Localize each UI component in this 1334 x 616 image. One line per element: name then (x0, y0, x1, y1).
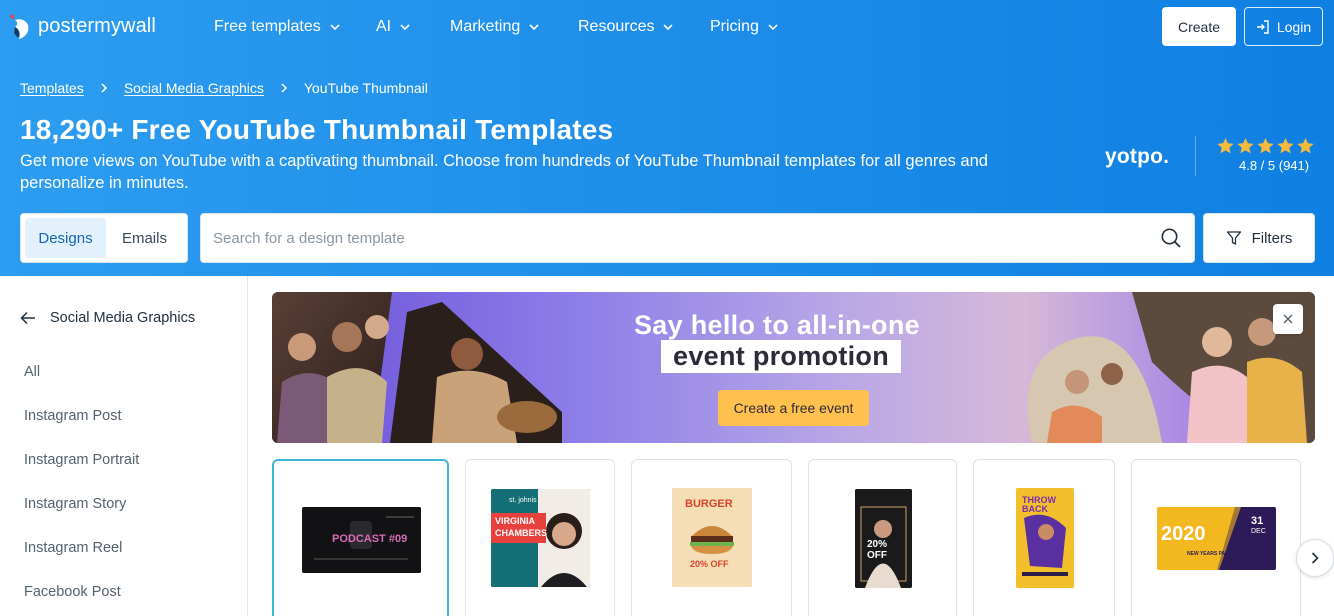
design-type-tabs: Designs Emails (20, 213, 188, 263)
template-offer: 20% OFF (690, 559, 729, 569)
template-tag: NEW YEARS PARTY (1187, 551, 1236, 557)
nav-pricing[interactable]: Pricing (710, 16, 800, 38)
template-card[interactable]: st. johnis VIRGINIA CHAMBERS (465, 459, 615, 616)
arrow-left-icon (20, 311, 35, 325)
login-icon (1256, 19, 1269, 34)
chevron-down-icon (400, 24, 410, 31)
nav-marketing[interactable]: Marketing (450, 16, 578, 38)
star-icon (1277, 137, 1294, 154)
nav-ai[interactable]: AI (376, 16, 450, 38)
nav-label: AI (376, 18, 392, 35)
close-icon (1283, 314, 1293, 324)
create-free-event-button[interactable]: Create a free event (718, 390, 869, 426)
template-card[interactable]: THROW BACK (973, 459, 1115, 616)
rating-divider (1195, 136, 1196, 176)
chevron-down-icon (330, 24, 340, 31)
nav-label: Pricing (710, 18, 759, 35)
nav-free-templates[interactable]: Free templates (214, 16, 376, 38)
template-title: THROW BACK (1022, 495, 1056, 514)
sidebar-item-all[interactable]: All (24, 364, 139, 408)
banner-photo-crowd-left (272, 292, 562, 443)
template-thumbnail-fashion-sale: 20% OFF (855, 489, 912, 588)
sidebar-item-instagram-post[interactable]: Instagram Post (24, 408, 139, 452)
banner-headline-highlight: event promotion (661, 340, 902, 373)
star-icon (1297, 137, 1314, 154)
logo-bird-icon (9, 14, 29, 39)
rating-score: 4.8 / 5 (941) (1239, 158, 1310, 173)
template-day: 31 (1251, 515, 1264, 527)
tab-emails[interactable]: Emails (106, 218, 183, 258)
chevron-down-icon (663, 24, 674, 31)
breadcrumb-social-media-graphics[interactable]: Social Media Graphics (124, 80, 264, 96)
rating-stars[interactable] (1216, 137, 1315, 155)
promo-banner: Say hello to all-in-one event promotion … (272, 292, 1315, 443)
tab-designs[interactable]: Designs (25, 218, 106, 258)
chevron-right-icon (84, 82, 124, 94)
yotpo-logo[interactable]: yotpo. (1105, 145, 1169, 169)
chevron-right-icon (264, 82, 304, 94)
top-navigation: postermywall Free templates AI Marketing… (0, 0, 1334, 54)
template-thumbnail-podcast: PODCAST #09 (302, 507, 421, 573)
sidebar-item-instagram-portrait[interactable]: Instagram Portrait (24, 452, 139, 496)
breadcrumb-templates[interactable]: Templates (20, 80, 84, 96)
hero-header: postermywall Free templates AI Marketing… (0, 0, 1334, 276)
chevron-right-icon (1311, 552, 1319, 564)
template-badge: st. johnis (509, 497, 537, 504)
page-title: 18,290+ Free YouTube Thumbnail Templates (20, 114, 614, 145)
template-card[interactable]: BURGER 20% OFF (631, 459, 792, 616)
template-offer: 20% OFF (867, 539, 888, 561)
nav-label: Marketing (450, 18, 521, 35)
sidebar-item-instagram-story[interactable]: Instagram Story (24, 496, 139, 540)
template-month: DEC (1251, 528, 1266, 535)
carousel-next-button[interactable] (1296, 539, 1334, 577)
template-card[interactable]: PODCAST #09 (272, 459, 449, 616)
template-name: VIRGINIA CHAMBERS (495, 516, 548, 538)
star-icon (1217, 137, 1234, 154)
login-button[interactable]: Login (1244, 7, 1323, 46)
main-menu: Free templates AI Marketing Resources Pr… (214, 16, 800, 38)
search-input[interactable] (201, 214, 1141, 262)
create-button[interactable]: Create (1162, 7, 1236, 46)
search-icon[interactable] (1160, 227, 1182, 249)
page-subtitle: Get more views on YouTube with a captiva… (20, 152, 988, 192)
chevron-down-icon (768, 24, 778, 31)
logo[interactable]: postermywall (6, 11, 156, 41)
template-thumbnail-burger: BURGER 20% OFF (672, 488, 752, 587)
breadcrumb: Templates Social Media Graphics YouTube … (20, 80, 428, 96)
template-card[interactable]: 2020 31 DEC NEW YEARS PARTY (1131, 459, 1301, 616)
banner-photo-crowd-right (1027, 292, 1315, 443)
sidebar-item-instagram-reel[interactable]: Instagram Reel (24, 540, 139, 584)
filters-label: Filters (1251, 229, 1293, 247)
star-icon (1257, 137, 1274, 154)
chevron-down-icon (529, 24, 539, 31)
template-title: BURGER (685, 498, 733, 510)
nav-label: Free templates (214, 18, 321, 35)
podcast-title: PODCAST #09 (332, 533, 408, 545)
filter-icon (1226, 231, 1241, 245)
search-bar (200, 213, 1195, 263)
logo-text: postermywall (38, 14, 156, 37)
template-thumbnail-throwback: THROW BACK (1016, 488, 1074, 588)
category-sidebar: Social Media Graphics All Instagram Post… (0, 276, 248, 616)
sidebar-list: All Instagram Post Instagram Portrait In… (24, 364, 139, 616)
template-thumbnail-new-year: 2020 31 DEC NEW YEARS PARTY (1157, 507, 1276, 570)
star-icon (1237, 137, 1254, 154)
template-year: 2020 (1161, 523, 1206, 545)
login-label: Login (1276, 18, 1312, 35)
nav-resources[interactable]: Resources (578, 16, 710, 38)
sidebar-back-label: Social Media Graphics (50, 310, 196, 326)
sidebar-item-facebook-post[interactable]: Facebook Post (24, 584, 139, 616)
close-banner-button[interactable] (1273, 304, 1303, 334)
sidebar-back-link[interactable]: Social Media Graphics (20, 310, 195, 326)
nav-label: Resources (578, 18, 655, 35)
filters-button[interactable]: Filters (1203, 213, 1315, 263)
template-thumbnail-virginia: st. johnis VIRGINIA CHAMBERS (491, 489, 590, 587)
banner-headline: Say hello to all-in-one (634, 310, 920, 340)
template-card[interactable]: 20% OFF (808, 459, 957, 616)
breadcrumb-current: YouTube Thumbnail (303, 80, 428, 96)
